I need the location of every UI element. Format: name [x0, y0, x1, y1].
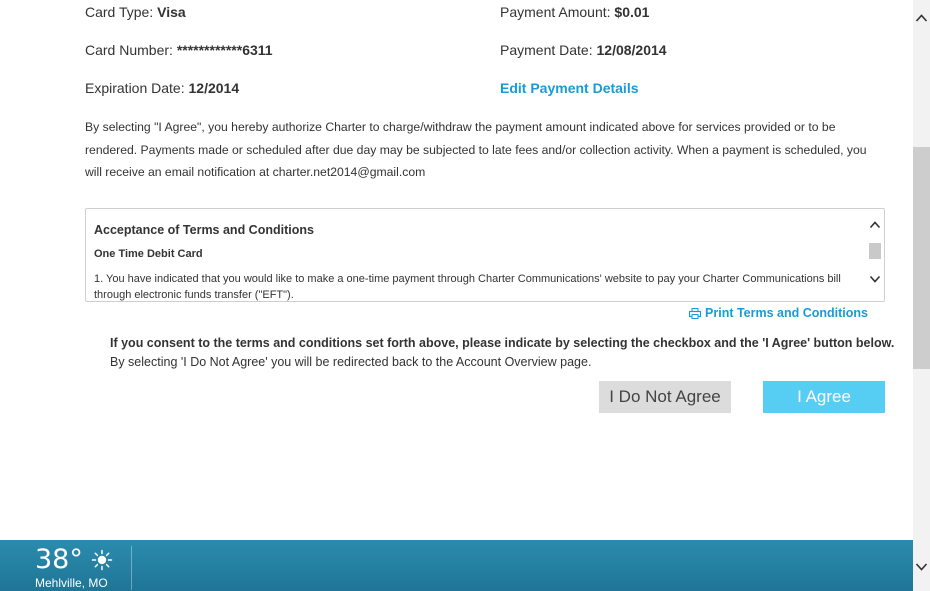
card-number-value: ************6311: [176, 42, 273, 58]
weather-temperature[interactable]: 38°: [35, 544, 83, 575]
chevron-down-icon[interactable]: [869, 273, 881, 285]
expiration-date-label: Expiration Date:: [85, 80, 185, 96]
terms-title: Acceptance of Terms and Conditions: [94, 223, 314, 237]
edit-payment-details-link[interactable]: Edit Payment Details: [500, 80, 639, 96]
weather-location: Mehlville, MO: [35, 576, 108, 590]
payment-amount-label: Payment Amount:: [500, 4, 611, 20]
payment-review-page: Card Type: Visa Card Number: ***********…: [0, 0, 913, 540]
terms-content: Acceptance of Terms and Conditions One T…: [94, 223, 854, 301]
card-number-label: Card Number:: [85, 42, 173, 58]
agree-button[interactable]: I Agree: [763, 381, 885, 413]
payment-date-value: 12/08/2014: [596, 42, 667, 58]
sun-icon: [91, 549, 113, 571]
chevron-down-icon[interactable]: [915, 560, 928, 573]
print-terms-label: Print Terms and Conditions: [705, 306, 868, 320]
payment-amount-value: $0.01: [614, 4, 650, 20]
card-type-label: Card Type:: [85, 4, 154, 20]
edit-payment-details: Edit Payment Details: [500, 80, 639, 96]
chevron-up-icon[interactable]: [869, 219, 881, 231]
chevron-up-icon[interactable]: [915, 12, 928, 25]
taskbar-divider: [131, 546, 132, 590]
page-scrollbar-thumb[interactable]: [913, 147, 930, 369]
redirect-note: By selecting 'I Do Not Agree' you will b…: [110, 355, 592, 369]
terms-subtitle: One Time Debit Card: [94, 248, 203, 260]
card-type-value: Visa: [157, 4, 186, 20]
printer-icon: [689, 307, 702, 319]
terms-scroll-box[interactable]: Acceptance of Terms and Conditions One T…: [85, 208, 885, 302]
terms-scrollbar[interactable]: [866, 209, 884, 301]
page-scrollbar[interactable]: [913, 0, 930, 540]
payment-date-label: Payment Date:: [500, 42, 593, 58]
expiration-date: Expiration Date: 12/2014: [85, 80, 239, 96]
expiration-date-value: 12/2014: [188, 80, 240, 96]
card-type: Card Type: Visa: [85, 4, 186, 20]
terms-text: 1. You have indicated that you would lik…: [94, 273, 841, 301]
card-number: Card Number: ************6311: [85, 42, 273, 58]
disagree-button[interactable]: I Do Not Agree: [599, 381, 731, 413]
consent-instruction: If you consent to the terms and conditio…: [110, 336, 895, 350]
authorization-disclaimer: By selecting "I Agree", you hereby autho…: [85, 120, 867, 179]
terms-scrollbar-thumb[interactable]: [869, 243, 881, 259]
print-terms-link[interactable]: Print Terms and Conditions: [689, 306, 868, 320]
payment-date: Payment Date: 12/08/2014: [500, 42, 667, 58]
payment-amount: Payment Amount: $0.01: [500, 4, 649, 20]
taskbar: 38° Mehlville, MO: [0, 540, 930, 591]
page-scrollbar-bottom[interactable]: [913, 540, 930, 591]
